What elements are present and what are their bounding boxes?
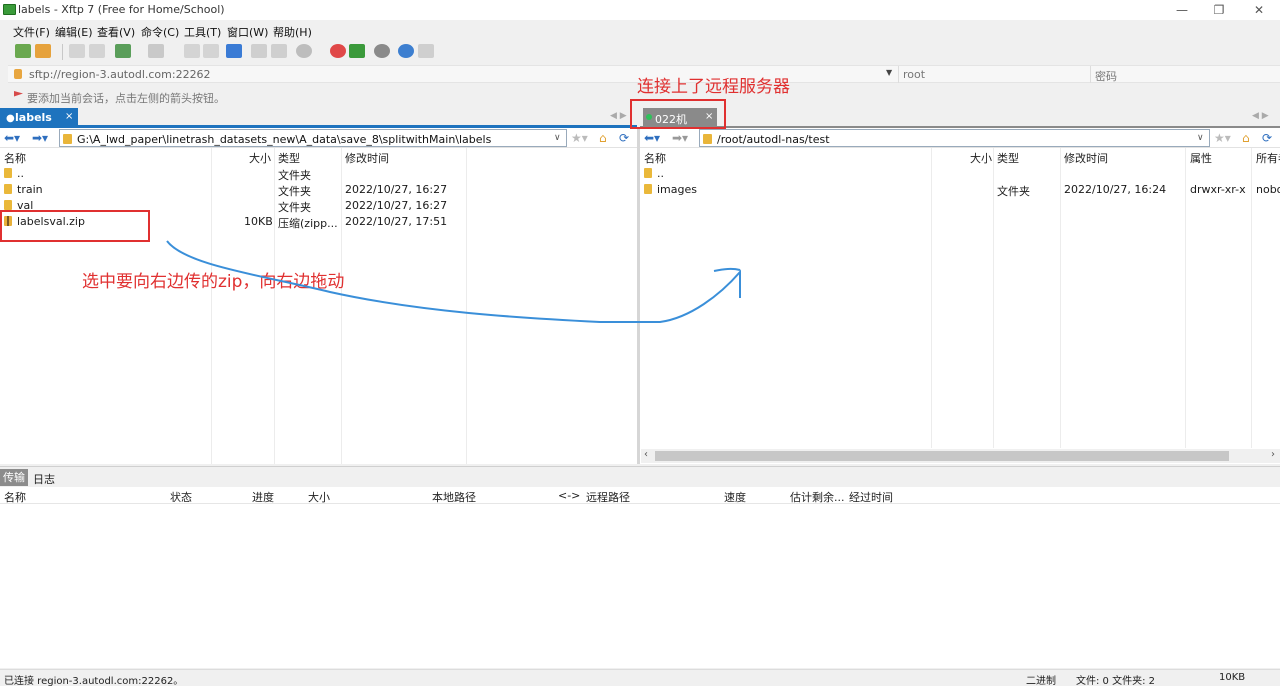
drag-arrow-head — [713, 267, 741, 272]
drag-arrow-path — [166, 240, 741, 323]
drag-arrow-annotation — [166, 240, 741, 323]
